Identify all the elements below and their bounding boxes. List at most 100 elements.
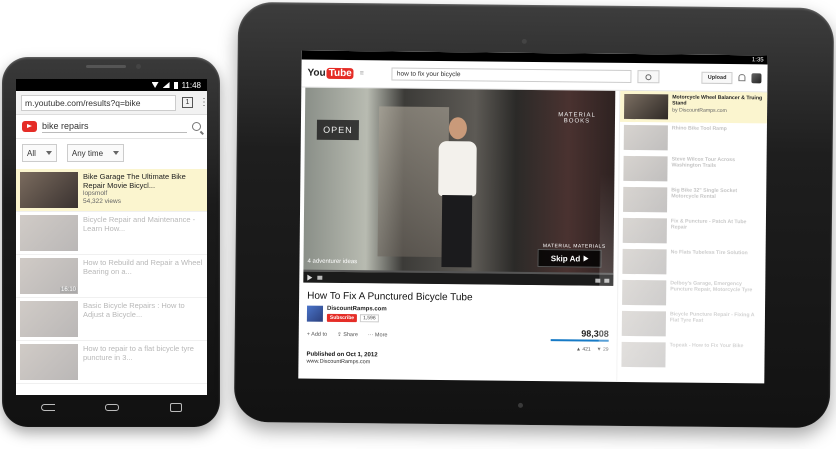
youtube-logo[interactable]: You Tube [307,67,354,80]
list-item[interactable]: Bike Garage The Ultimate Bike Repair Mov… [16,169,207,212]
filter-type-value: All [27,148,36,158]
like-button[interactable]: ▲ 421 [576,346,591,352]
result-title: Bicycle Repair and Maintenance - Learn H… [83,215,196,233]
list-item[interactable]: How to repair to a flat bicycle tyre pun… [16,341,207,384]
related-title: Motorcycle Wheel Balancer & Truing Stand [672,94,763,107]
phone-search-input[interactable]: bike repairs [42,121,187,133]
video-thumbnail [20,215,78,251]
video-thumbnail [20,301,78,337]
watch-main: OPEN MATERIAL BOOKS 4 adventurer ideas M… [298,87,619,382]
related-title: Big Bike 32" Single Socket Motorcycle Re… [671,187,738,201]
phone-camera [136,64,141,69]
skip-ad-button[interactable]: Skip Ad [537,249,602,268]
tablet-device: 1:35 You Tube ≡ how to fix your bicycle … [233,1,835,429]
result-channel: lopsmolf [83,190,108,197]
phone-status-bar: 11:48 [16,79,207,91]
wifi-icon [151,82,159,88]
phone-device: 11:48 m.youtube.com/results?q=bike 1 ⋮ b… [2,57,220,427]
notification-bell-icon[interactable] [738,74,746,82]
like-ratio-bar [550,339,609,342]
result-title: Bike Garage The Ultimate Bike Repair Mov… [83,172,186,190]
more-button[interactable]: ··· More [368,332,388,338]
player-right-controls [595,278,610,283]
list-item[interactable]: 16:10 How to Rebuild and Repair a Wheel … [16,255,207,298]
list-item-meta: How to repair to a flat bicycle tyre pun… [83,344,203,380]
home-icon[interactable] [105,403,120,411]
channel-name[interactable]: DiscountRamps.com [327,306,387,313]
dislike-count: 29 [602,346,609,353]
search-icon[interactable] [192,122,201,131]
channel-avatar[interactable] [306,305,324,322]
play-icon[interactable] [307,274,313,281]
related-meta: Topeak - How to Fix Your Bike [669,342,744,368]
search-button[interactable] [637,70,660,84]
youtube-logo-icon[interactable] [22,121,37,132]
watch-page: OPEN MATERIAL BOOKS 4 adventurer ideas M… [298,87,768,384]
presenter-head [448,117,468,140]
related-title: Topeak - How to Fix Your Bike [669,342,744,350]
fullscreen-icon[interactable] [604,278,610,283]
related-meta: Steve Wilcox Tour Across Washington Trai… [671,156,762,182]
tablet-search-input[interactable]: how to fix your bicycle [391,67,632,84]
result-title: Basic Bicycle Repairs : How to Adjust a … [83,301,185,319]
related-title: Rhino Bike Tool Ramp [671,125,727,133]
share-button[interactable]: ⇪ Share [337,332,358,338]
video-title: How To Fix A Punctured Bicycle Tube [307,290,473,304]
battery-icon [173,81,178,89]
related-item[interactable]: Motorcycle Wheel Balancer & Truing Stand… [619,90,768,124]
progress-bar[interactable] [303,269,614,275]
related-item[interactable]: No Flats Tubeless Tire Solution [618,246,765,279]
channel-row: DiscountRamps.com Subscribe 1,596 [306,305,617,325]
related-item[interactable]: Steve Wilcox Tour Across Washington Trai… [619,153,766,186]
tablet-clock: 1:35 [751,56,764,63]
related-title: No Flats Tubeless Tire Solution [670,249,748,257]
phone-results-list: Bike Garage The Ultimate Bike Repair Mov… [16,167,207,384]
volume-icon[interactable] [317,275,323,280]
overflow-menu-icon[interactable]: ⋮ [199,97,207,108]
subscribe-button[interactable]: Subscribe [326,313,358,323]
filter-type-select[interactable]: All [22,144,57,162]
back-icon[interactable] [41,403,56,411]
list-item-meta: Basic Bicycle Repairs : How to Adjust a … [83,301,203,337]
related-item[interactable]: Big Bike 32" Single Socket Motorcycle Re… [619,184,766,217]
result-views: 54,322 views [83,198,121,205]
related-item[interactable]: Topeak - How to Fix Your Bike [617,339,764,372]
related-item[interactable]: Fix & Puncture - Patch At Tube Repair [619,215,766,248]
filter-time-value: Any time [71,148,104,158]
add-to-button[interactable]: + Add to [307,332,327,338]
video-window-text: MATERIAL BOOKS [558,112,596,125]
dislike-button[interactable]: ▼ 29 [597,347,609,353]
related-title: Delboy's Garage, Emergency Puncture Repa… [670,280,753,294]
related-title: Bicycle Puncture Repair - Fixing A Flat … [669,311,755,325]
skip-ad-label: Skip Ad [550,253,581,263]
view-count: 98,308 [581,328,609,339]
video-sign: OPEN [316,119,359,141]
related-title: Steve Wilcox Tour Across Washington Trai… [671,156,735,170]
related-videos: Motorcycle Wheel Balancer & Truing Stand… [616,90,768,384]
recent-apps-icon[interactable] [169,402,182,412]
tablet-screen: 1:35 You Tube ≡ how to fix your bicycle … [298,50,768,384]
avatar[interactable] [751,72,762,83]
video-thumbnail: 16:10 [20,258,78,294]
settings-icon[interactable] [595,278,601,283]
logo-tube: Tube [326,67,354,80]
filter-time-select[interactable]: Any time [66,144,125,162]
phone-url-field[interactable]: m.youtube.com/results?q=bike [21,94,176,111]
video-thumbnail [20,344,78,380]
upload-button[interactable]: Upload [701,71,733,84]
video-thumbnail [20,172,78,208]
list-item-meta: Bike Garage The Ultimate Bike Repair Mov… [83,172,203,208]
tabs-count-icon[interactable]: 1 [182,97,193,108]
related-item[interactable]: Rhino Bike Tool Ramp [620,122,767,155]
video-caption-left: 4 adventurer ideas [307,258,358,266]
video-thumbnail [624,93,669,120]
list-item[interactable]: Basic Bicycle Repairs : How to Adjust a … [16,298,207,341]
related-meta: No Flats Tubeless Tire Solution [670,249,748,275]
list-item[interactable]: Bicycle Repair and Maintenance - Learn H… [16,212,207,255]
video-duration: 16:10 [59,287,77,293]
related-item[interactable]: Delboy's Garage, Emergency Puncture Repa… [618,277,765,310]
video-player[interactable]: OPEN MATERIAL BOOKS 4 adventurer ideas M… [303,87,616,286]
video-thumbnail [621,341,666,368]
related-item[interactable]: Bicycle Puncture Repair - Fixing A Flat … [618,308,765,341]
guide-menu-icon[interactable]: ≡ [360,70,364,77]
